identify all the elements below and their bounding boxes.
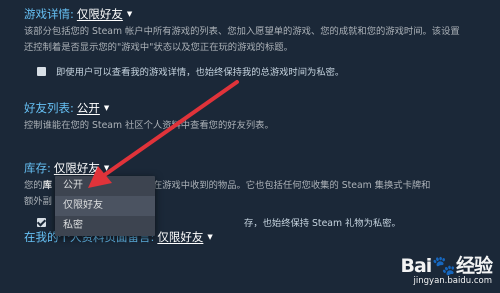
privacy-settings-page: 游戏详情: 仅限好友 ▼ 该部分包括您的 Steam 帐户中所有游戏的列表、您加入愿… xyxy=(0,0,500,293)
watermark-logo-b: 经验 xyxy=(455,255,493,277)
baidu-jingyan-watermark: Bai🐾经验 jingyan.baidu.com xyxy=(400,255,493,287)
watermark-url: jingyan.baidu.com xyxy=(413,276,492,286)
watermark-logo-a: Bai xyxy=(400,255,432,277)
red-annotation-arrow xyxy=(88,80,239,188)
watermark-logo: Bai🐾经验 xyxy=(400,255,493,277)
baidu-paw-icon: 🐾 xyxy=(432,255,456,277)
